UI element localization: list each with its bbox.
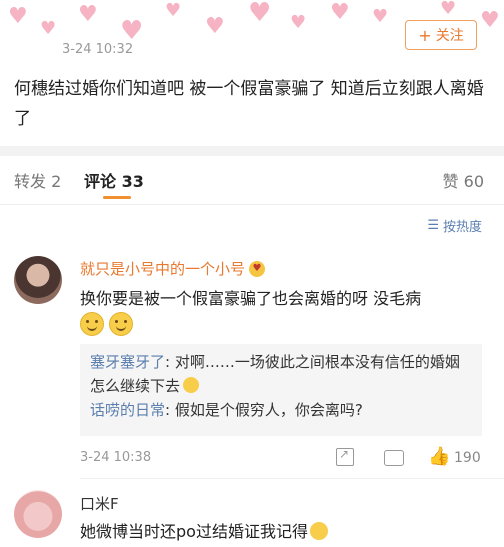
comment-text: 换你要是被一个假富豪骗了也会离婚的呀 没毛病 [80, 289, 422, 308]
avatar[interactable] [14, 256, 62, 304]
follow-button[interactable]: + 关注 [405, 20, 477, 50]
avatar[interactable] [14, 490, 62, 538]
heart-icon: ♥ [248, 0, 272, 28]
smile-emoji-icon [80, 312, 104, 336]
heart-icon: ♥ [372, 6, 389, 27]
reply-item: 话唠的日常: 假如是个假穷人，你会离吗? [90, 398, 472, 422]
sort-list-icon: ☰ [427, 218, 439, 233]
post-body: 何穗结过婚你们知道吧 被一个假富豪骗了 知道后立刻跟人离婚了 [14, 79, 484, 129]
section-divider [0, 146, 504, 156]
smile-emoji-icon [109, 312, 133, 336]
active-tab-indicator [103, 196, 131, 199]
comment-username[interactable]: 就只是小号中的一个小号 ♥ [80, 258, 266, 279]
tab-like[interactable]: 赞 60 [443, 168, 484, 192]
reply-separator: : [165, 353, 175, 371]
reply-username[interactable]: 话唠的日常 [90, 401, 165, 419]
comment-username[interactable]: 口米F [80, 493, 119, 514]
heart-icon: ♥ [78, 2, 98, 27]
tab-repost[interactable]: 转发 2 [14, 168, 61, 192]
heart-icon: ♥ [165, 0, 182, 21]
comment-text: 她微博当时还po过结婚证我记得 [80, 518, 328, 542]
sort-by-hot-button[interactable]: ☰ 按热度 [427, 216, 482, 235]
post-tabs: 转发 2 评论 33 赞 60 [0, 156, 504, 205]
like-count: 190 [454, 450, 481, 466]
reply-item: 塞牙塞牙了: 对啊……一场彼此之间根本没有信任的婚姻 怎么继续下去 [90, 350, 472, 398]
follow-label: 关注 [435, 28, 464, 44]
heart-icon: ♥ [8, 4, 28, 29]
comment-divider [80, 478, 504, 479]
username-text: 就只是小号中的一个小号 [80, 260, 246, 278]
thumbs-up-icon[interactable]: 👍 [428, 446, 450, 467]
heart-face-emoji-icon: ♥ [249, 260, 266, 277]
reply-box[interactable]: 塞牙塞牙了: 对啊……一场彼此之间根本没有信任的婚姻 怎么继续下去 话唠的日常:… [80, 344, 482, 436]
heart-icon: ♥ [440, 0, 457, 19]
sort-label: 按热度 [442, 220, 482, 235]
glasses-emoji-icon [309, 522, 328, 540]
heart-icon: ♥ [480, 8, 500, 33]
heart-icon: ♥ [330, 0, 350, 25]
comment-timestamp: 3-24 10:38 [80, 450, 152, 465]
reply-username[interactable]: 塞牙塞牙了 [90, 353, 165, 371]
plus-icon: + [418, 25, 432, 45]
share-icon[interactable] [336, 447, 354, 466]
heart-icon: ♥ [120, 16, 144, 46]
heart-icon: ♥ [40, 18, 57, 39]
heart-icon: ♥ [205, 14, 225, 39]
post-timestamp: 3-24 10:32 [62, 42, 134, 57]
comment-icon[interactable] [384, 450, 404, 466]
comment-text-content: 她微博当时还po过结婚证我记得 [80, 522, 308, 541]
heart-icon: ♥ [290, 12, 307, 33]
tab-comment[interactable]: 评论 33 [84, 168, 144, 192]
reply-text: 假如是个假穷人，你会离吗? [174, 401, 363, 419]
thinking-emoji-icon [183, 377, 200, 393]
reply-separator: : [165, 401, 175, 419]
emoji-row [80, 312, 138, 336]
